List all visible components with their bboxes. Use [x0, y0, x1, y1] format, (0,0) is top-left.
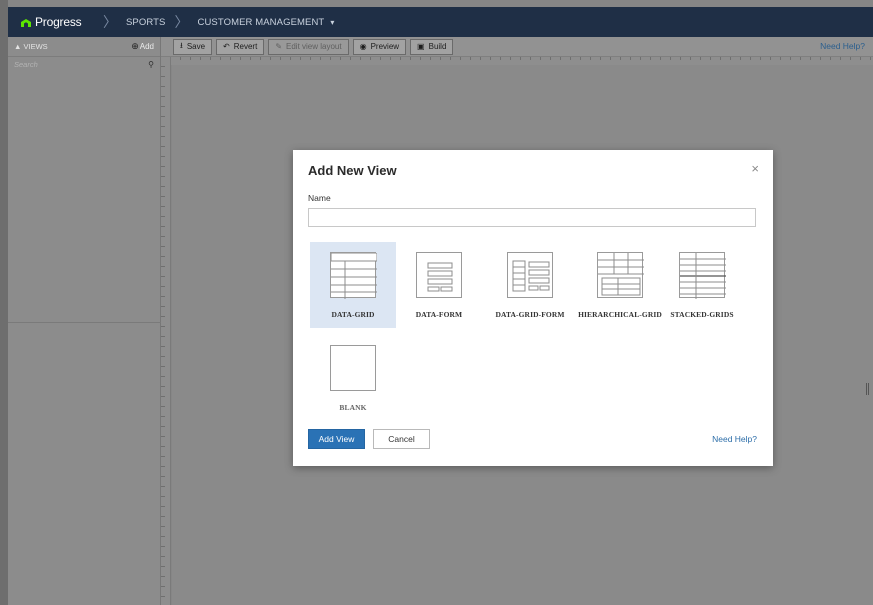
window-left-edge	[0, 0, 8, 605]
preview-button[interactable]: ◉ Preview	[352, 38, 407, 55]
build-button[interactable]: ▣ Build	[410, 38, 454, 55]
views-header: ▲ VIEWS ⊕ Add	[8, 37, 160, 57]
view-type-label: BLANK	[339, 403, 367, 412]
edit-icon: ✎	[275, 42, 283, 51]
need-help-link[interactable]: Need Help?	[820, 41, 865, 51]
views-search[interactable]: Search ⚲	[8, 57, 160, 71]
save-label: Save	[186, 42, 206, 51]
data-grid-icon	[330, 252, 377, 299]
preview-label: Preview	[370, 42, 400, 51]
data-grid-form-icon	[507, 252, 553, 298]
revert-button[interactable]: ↶ Revert	[216, 38, 265, 55]
view-type-label: DATA-GRID	[331, 310, 375, 319]
data-form-icon	[416, 252, 462, 298]
breadcrumb-customer-management[interactable]: CUSTOMER MANAGEMENT	[198, 17, 325, 28]
panel-divider	[8, 322, 161, 323]
top-navigation-bar: Progress 〉 SPORTS 〉 CUSTOMER MANAGEMENT …	[8, 7, 873, 37]
horizontal-ruler	[171, 57, 873, 65]
name-label: Name	[308, 193, 331, 203]
breadcrumb-separator: 〉	[103, 14, 117, 30]
search-input[interactable]: Search	[14, 60, 38, 69]
view-type-data-form[interactable]: DATA-FORM	[396, 242, 482, 328]
add-circle-icon: ⊕	[131, 41, 139, 51]
add-label: Add	[139, 42, 154, 51]
edit-view-layout-button[interactable]: ✎ Edit view layout	[268, 38, 349, 55]
edit-layout-label: Edit view layout	[286, 42, 342, 51]
view-type-stacked-grids[interactable]: STACKED-GRIDS	[659, 242, 745, 328]
chevron-down-icon[interactable]: ▾	[330, 18, 334, 27]
add-view-button[interactable]: Add View	[308, 429, 365, 449]
views-toggle[interactable]: ▲ VIEWS	[14, 42, 48, 51]
logo-text: Progress	[35, 15, 82, 29]
vertical-ruler	[161, 57, 171, 605]
designer-toolbar: ⭳ Save ↶ Revert ✎ Edit view layout ◉ Pre…	[161, 37, 873, 57]
view-type-data-grid[interactable]: DATA-GRID	[310, 242, 396, 328]
dialog-title: Add New View	[308, 163, 397, 178]
splitter-handle[interactable]	[866, 383, 869, 395]
view-type-blank[interactable]: BLANK	[310, 335, 396, 421]
build-icon: ▣	[417, 42, 425, 51]
save-button[interactable]: ⭳ Save	[173, 38, 213, 55]
close-icon[interactable]: ×	[751, 161, 759, 176]
save-icon: ⭳	[180, 40, 183, 50]
undo-icon: ↶	[223, 42, 230, 51]
eye-icon: ◉	[359, 42, 367, 51]
breadcrumb-sports[interactable]: SPORTS	[126, 17, 166, 28]
add-view-button[interactable]: ⊕ Add	[131, 41, 154, 52]
build-label: Build	[428, 42, 447, 51]
cancel-button[interactable]: Cancel	[373, 429, 430, 449]
progress-logo[interactable]: Progress	[8, 15, 94, 29]
search-icon[interactable]: ⚲	[148, 60, 154, 69]
view-type-label: HIERARCHICAL-GRID	[578, 310, 662, 319]
view-type-label: DATA-GRID-FORM	[495, 310, 565, 319]
blank-view-icon	[330, 345, 376, 391]
stacked-grids-icon	[679, 252, 726, 299]
name-field[interactable]	[308, 208, 756, 227]
view-type-hierarchical-grid[interactable]: HIERARCHICAL-GRID	[577, 242, 663, 328]
views-header-label: VIEWS	[23, 42, 48, 51]
add-new-view-dialog: Add New View × Name DATA-GRID DATA-FORM …	[293, 150, 773, 466]
dialog-need-help-link[interactable]: Need Help?	[712, 434, 757, 444]
view-type-label: DATA-FORM	[415, 310, 463, 319]
breadcrumb-separator: 〉	[174, 14, 189, 30]
revert-label: Revert	[233, 42, 258, 51]
views-panel: ▲ VIEWS ⊕ Add Search ⚲	[8, 37, 161, 605]
view-type-label: STACKED-GRIDS	[670, 310, 734, 319]
view-type-data-grid-form[interactable]: DATA-GRID-FORM	[487, 242, 573, 328]
progress-logo-icon	[21, 18, 31, 27]
hierarchical-grid-icon	[597, 252, 644, 298]
